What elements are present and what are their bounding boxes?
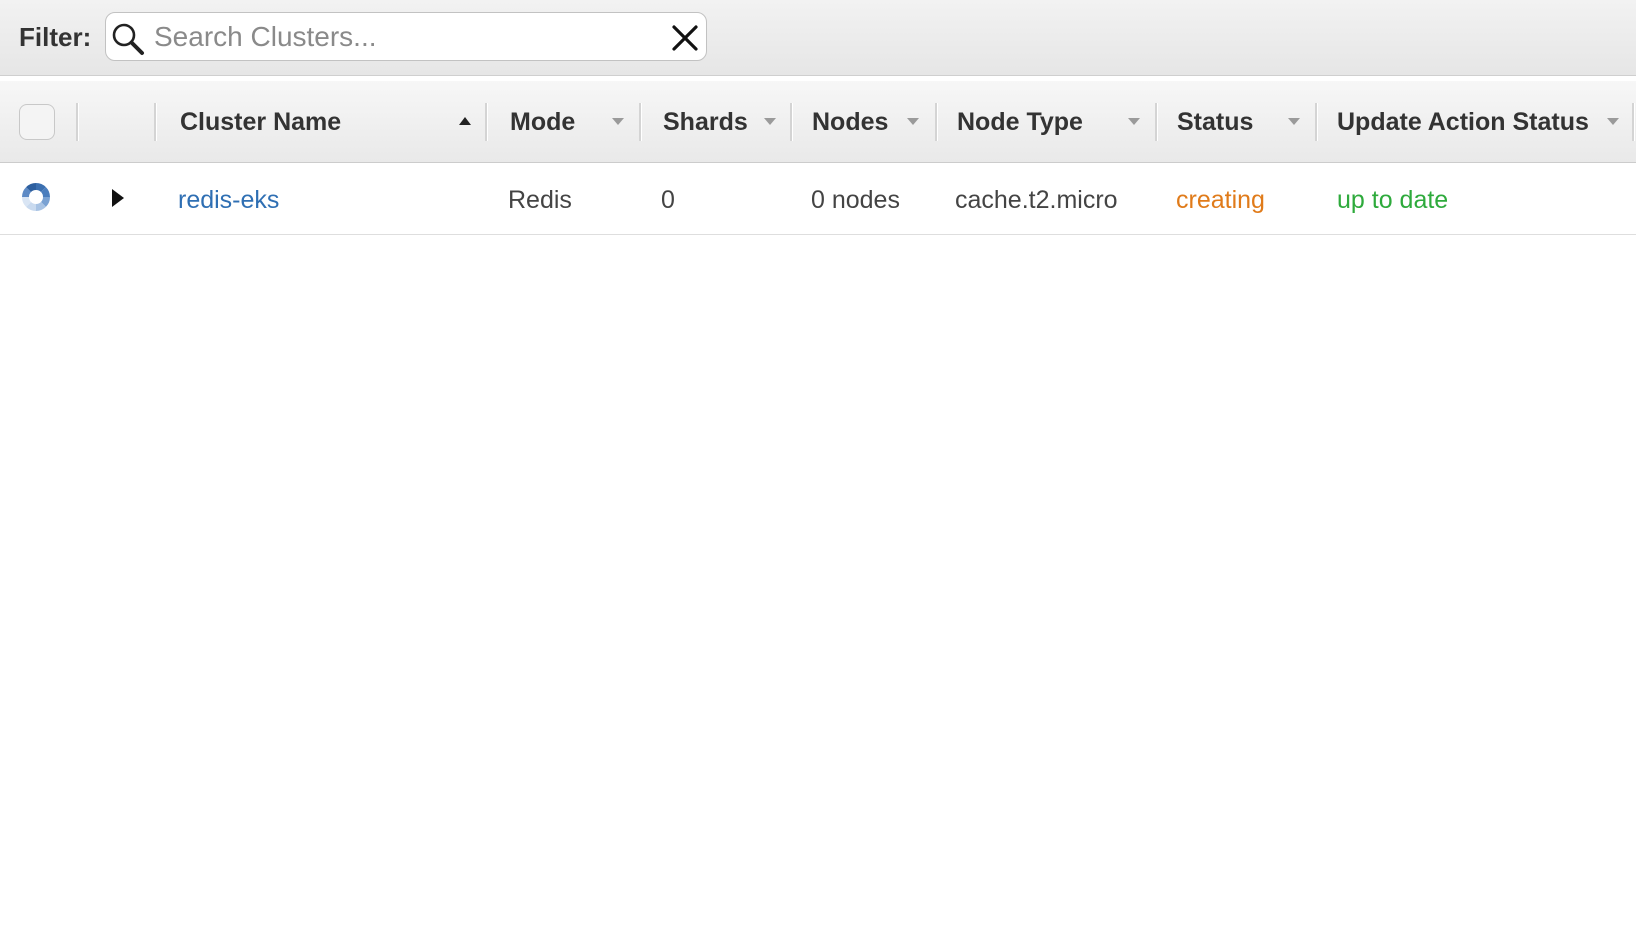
caret-down-icon[interactable]: [1606, 116, 1620, 126]
column-header-cluster-name[interactable]: Cluster Name: [156, 81, 482, 163]
column-title: Shards: [663, 108, 748, 136]
column-header-shards[interactable]: Shards: [641, 81, 788, 163]
table-header: Cluster Name Mode Shards Nodes Node Type…: [0, 81, 1636, 163]
caret-down-icon[interactable]: [763, 116, 777, 126]
search-input[interactable]: [154, 19, 654, 55]
column-title: Cluster Name: [180, 108, 342, 136]
filter-label: Filter:: [19, 22, 92, 52]
table-row[interactable]: redis-eks Redis 0 0 nodes cache.t2.micro…: [0, 163, 1636, 235]
column-divider: [76, 103, 79, 141]
close-icon[interactable]: [671, 24, 699, 52]
cell-mode: Redis: [508, 186, 572, 214]
caret-down-icon[interactable]: [1287, 116, 1301, 126]
sort-up-icon[interactable]: [458, 116, 472, 126]
column-title: Mode: [510, 108, 576, 136]
cell-node-type: cache.t2.micro: [955, 186, 1118, 214]
column-header-update-action-status[interactable]: Update Action Status: [1317, 81, 1632, 163]
select-all-checkbox[interactable]: [19, 104, 55, 140]
status-badge: creating: [1176, 186, 1265, 214]
cell-shards: 0: [661, 186, 675, 214]
column-title: Status: [1177, 108, 1254, 136]
cluster-name-link[interactable]: redis-eks: [178, 185, 279, 215]
search-icon: [112, 23, 144, 55]
column-header-node-type[interactable]: Node Type: [937, 81, 1153, 163]
caret-down-icon[interactable]: [611, 116, 625, 126]
column-title: Node Type: [957, 108, 1083, 136]
column-header-mode[interactable]: Mode: [487, 81, 637, 163]
column-header-status[interactable]: Status: [1157, 81, 1313, 163]
column-header-nodes[interactable]: Nodes: [792, 81, 934, 163]
update-action-status: up to date: [1337, 186, 1449, 214]
search-box[interactable]: [105, 12, 707, 61]
caret-right-icon[interactable]: [110, 187, 126, 209]
caret-down-icon[interactable]: [1127, 116, 1141, 126]
caret-down-icon[interactable]: [906, 116, 920, 126]
spinner-icon: [22, 183, 50, 211]
filter-bar: Filter:: [0, 0, 1636, 76]
column-title: Nodes: [812, 108, 889, 136]
column-title: Update Action Status: [1337, 108, 1589, 136]
cell-nodes: 0 nodes: [811, 186, 900, 214]
column-divider: [1632, 103, 1635, 141]
